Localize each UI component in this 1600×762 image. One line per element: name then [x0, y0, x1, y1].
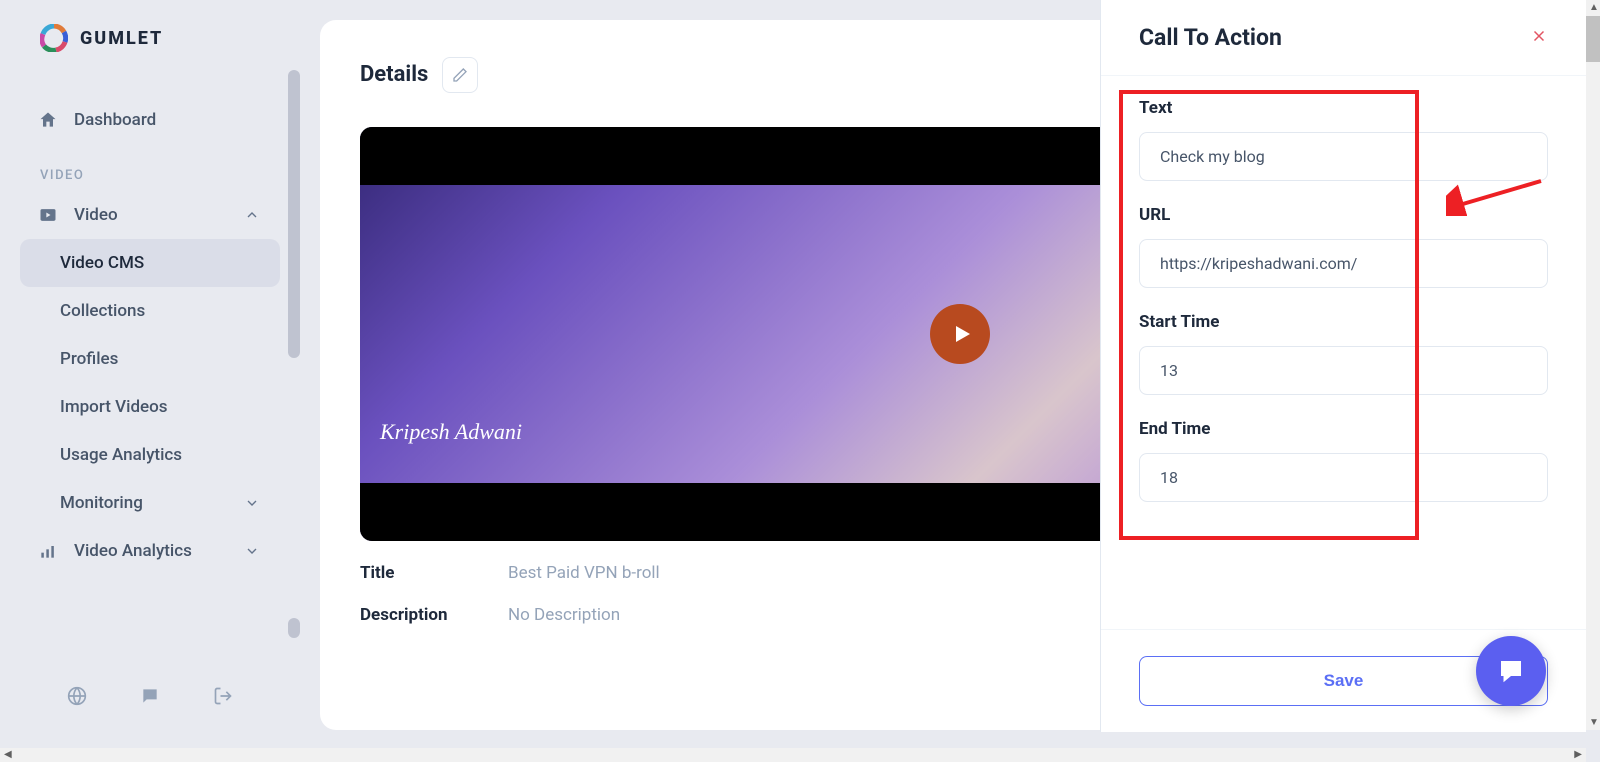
sidebar-item-usage-analytics[interactable]: Usage Analytics [20, 431, 280, 479]
sidebar-label: Video Analytics [74, 541, 192, 561]
start-time-label: Start Time [1139, 312, 1548, 332]
title-label: Title [360, 563, 508, 583]
description-label: Description [360, 605, 508, 625]
browser-scrollbar-horizontal[interactable]: ◀ ▶ [0, 748, 1586, 762]
scrollbar-thumb[interactable] [288, 70, 300, 358]
start-time-input[interactable] [1139, 346, 1548, 395]
pencil-icon [452, 67, 468, 83]
sidebar-item-collections[interactable]: Collections [20, 287, 280, 335]
sidebar-footer [0, 666, 300, 730]
end-time-label: End Time [1139, 419, 1548, 439]
text-label: Text [1139, 98, 1548, 118]
sidebar: GUMLET Dashboard VIDEO Video Video [0, 0, 300, 730]
sidebar-label: Collections [60, 301, 145, 321]
sidebar-item-video-analytics[interactable]: Video Analytics [20, 527, 280, 575]
sidebar-label: Dashboard [74, 110, 156, 130]
sidebar-label: Import Videos [60, 397, 168, 417]
chat-icon[interactable] [140, 686, 160, 710]
logo[interactable]: GUMLET [0, 0, 300, 76]
scroll-down-icon: ▼ [1589, 717, 1599, 728]
close-icon [1530, 27, 1548, 45]
chevron-down-icon [242, 541, 262, 561]
title-value: Best Paid VPN b-roll [508, 563, 660, 583]
url-label: URL [1139, 205, 1548, 225]
browser-scrollbar-vertical[interactable]: ▲ ▼ [1586, 0, 1600, 730]
logo-icon [40, 24, 68, 52]
home-icon [38, 110, 58, 130]
chevron-up-icon [242, 205, 262, 225]
watermark-text: Kripesh Adwani [380, 419, 522, 445]
section-label-video: VIDEO [20, 144, 280, 191]
edit-button[interactable] [442, 57, 478, 93]
sidebar-item-dashboard[interactable]: Dashboard [20, 96, 280, 144]
play-box-icon [38, 205, 58, 225]
sidebar-label: Video [74, 205, 118, 225]
panel-body: Text URL Start Time End Time [1101, 76, 1586, 629]
chat-bubble-icon [1496, 656, 1526, 686]
sidebar-item-profiles[interactable]: Profiles [20, 335, 280, 383]
description-value: No Description [508, 605, 620, 625]
sidebar-label: Usage Analytics [60, 445, 182, 465]
sidebar-item-import-videos[interactable]: Import Videos [20, 383, 280, 431]
chevron-down-icon [242, 493, 262, 513]
logo-text: GUMLET [80, 28, 163, 49]
scroll-left-icon: ◀ [4, 749, 12, 760]
sidebar-label: Profiles [60, 349, 118, 369]
chart-icon [38, 541, 58, 561]
details-heading: Details [360, 62, 428, 87]
text-input[interactable] [1139, 132, 1548, 181]
end-time-input[interactable] [1139, 453, 1548, 502]
chat-fab[interactable] [1476, 636, 1546, 706]
close-button[interactable] [1530, 26, 1548, 50]
sidebar-label: Monitoring [60, 493, 143, 513]
sidebar-item-video[interactable]: Video [20, 191, 280, 239]
globe-icon[interactable] [67, 686, 87, 710]
play-icon [950, 322, 974, 346]
logout-icon[interactable] [213, 686, 233, 710]
panel-header: Call To Action [1101, 0, 1586, 76]
sidebar-label: Video CMS [60, 253, 144, 273]
scroll-up-icon: ▲ [1589, 2, 1599, 13]
scrollbar-thumb[interactable] [1586, 16, 1600, 62]
scrollbar-thumb[interactable] [288, 618, 300, 638]
nav: Dashboard VIDEO Video Video CMS Collecti… [0, 76, 300, 666]
scroll-right-icon: ▶ [1574, 749, 1582, 760]
cta-panel: Call To Action Text URL Start Time End T… [1100, 0, 1586, 732]
panel-title: Call To Action [1139, 24, 1282, 51]
sidebar-item-monitoring[interactable]: Monitoring [20, 479, 280, 527]
url-input[interactable] [1139, 239, 1548, 288]
sidebar-item-video-cms[interactable]: Video CMS [20, 239, 280, 287]
play-button[interactable] [930, 304, 990, 364]
